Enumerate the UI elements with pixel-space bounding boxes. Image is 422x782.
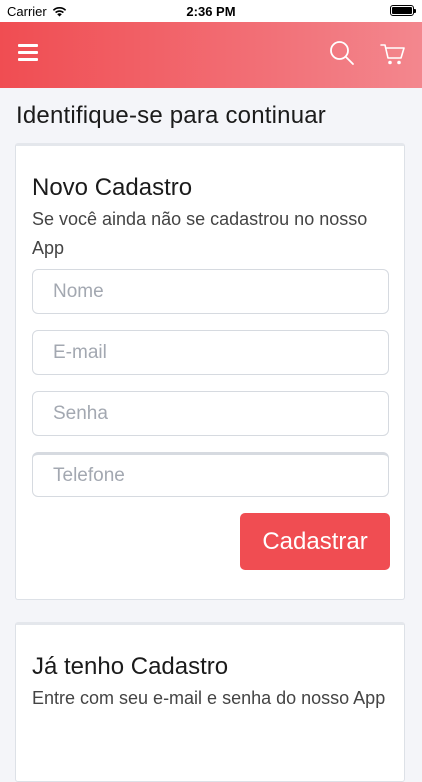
- search-icon[interactable]: [329, 40, 355, 66]
- register-card: Novo Cadastro Se você ainda não se cadas…: [15, 143, 405, 600]
- hamburger-menu-icon[interactable]: [18, 44, 38, 64]
- register-subtitle: Se você ainda não se cadastrou no nosso …: [32, 209, 368, 258]
- app-header: [0, 22, 422, 88]
- register-button[interactable]: Cadastrar: [240, 513, 390, 570]
- phone-input[interactable]: [32, 452, 389, 497]
- login-card: Já tenho Cadastro Entre com seu e-mail e…: [15, 622, 405, 782]
- status-time: 2:36 PM: [186, 4, 236, 19]
- password-input[interactable]: [32, 391, 389, 436]
- login-subtitle: Entre com seu e-mail e senha do nosso Ap…: [32, 688, 386, 708]
- page-title: Identifique-se para continuar: [16, 102, 326, 129]
- name-input[interactable]: [32, 269, 389, 314]
- register-title: Novo Cadastro: [32, 174, 193, 201]
- login-title: Já tenho Cadastro: [32, 653, 229, 680]
- cart-icon[interactable]: [380, 41, 406, 67]
- email-input[interactable]: [32, 330, 389, 375]
- battery-icon: [390, 5, 416, 16]
- status-bar: Carrier 2:36 PM: [0, 0, 422, 22]
